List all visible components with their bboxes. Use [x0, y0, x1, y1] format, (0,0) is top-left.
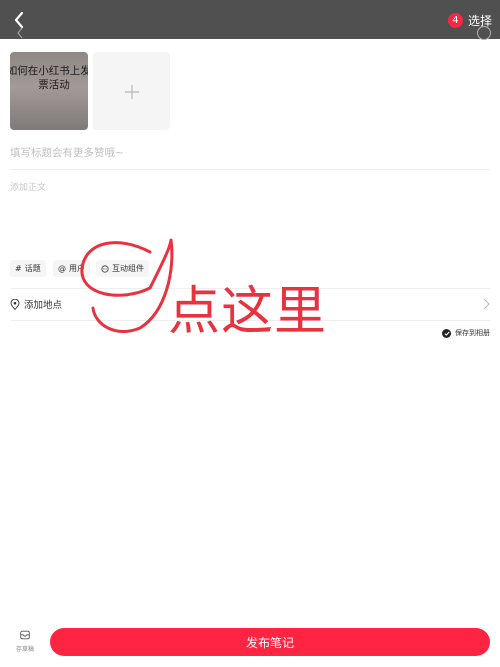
save-draft-button[interactable]: 存草稿: [12, 630, 38, 660]
draft-box-icon: [20, 630, 30, 640]
annotation-text: 点这里: [168, 282, 328, 342]
publish-note-button[interactable]: 发布笔记: [50, 628, 490, 656]
draft-label: 存草稿: [15, 646, 34, 653]
